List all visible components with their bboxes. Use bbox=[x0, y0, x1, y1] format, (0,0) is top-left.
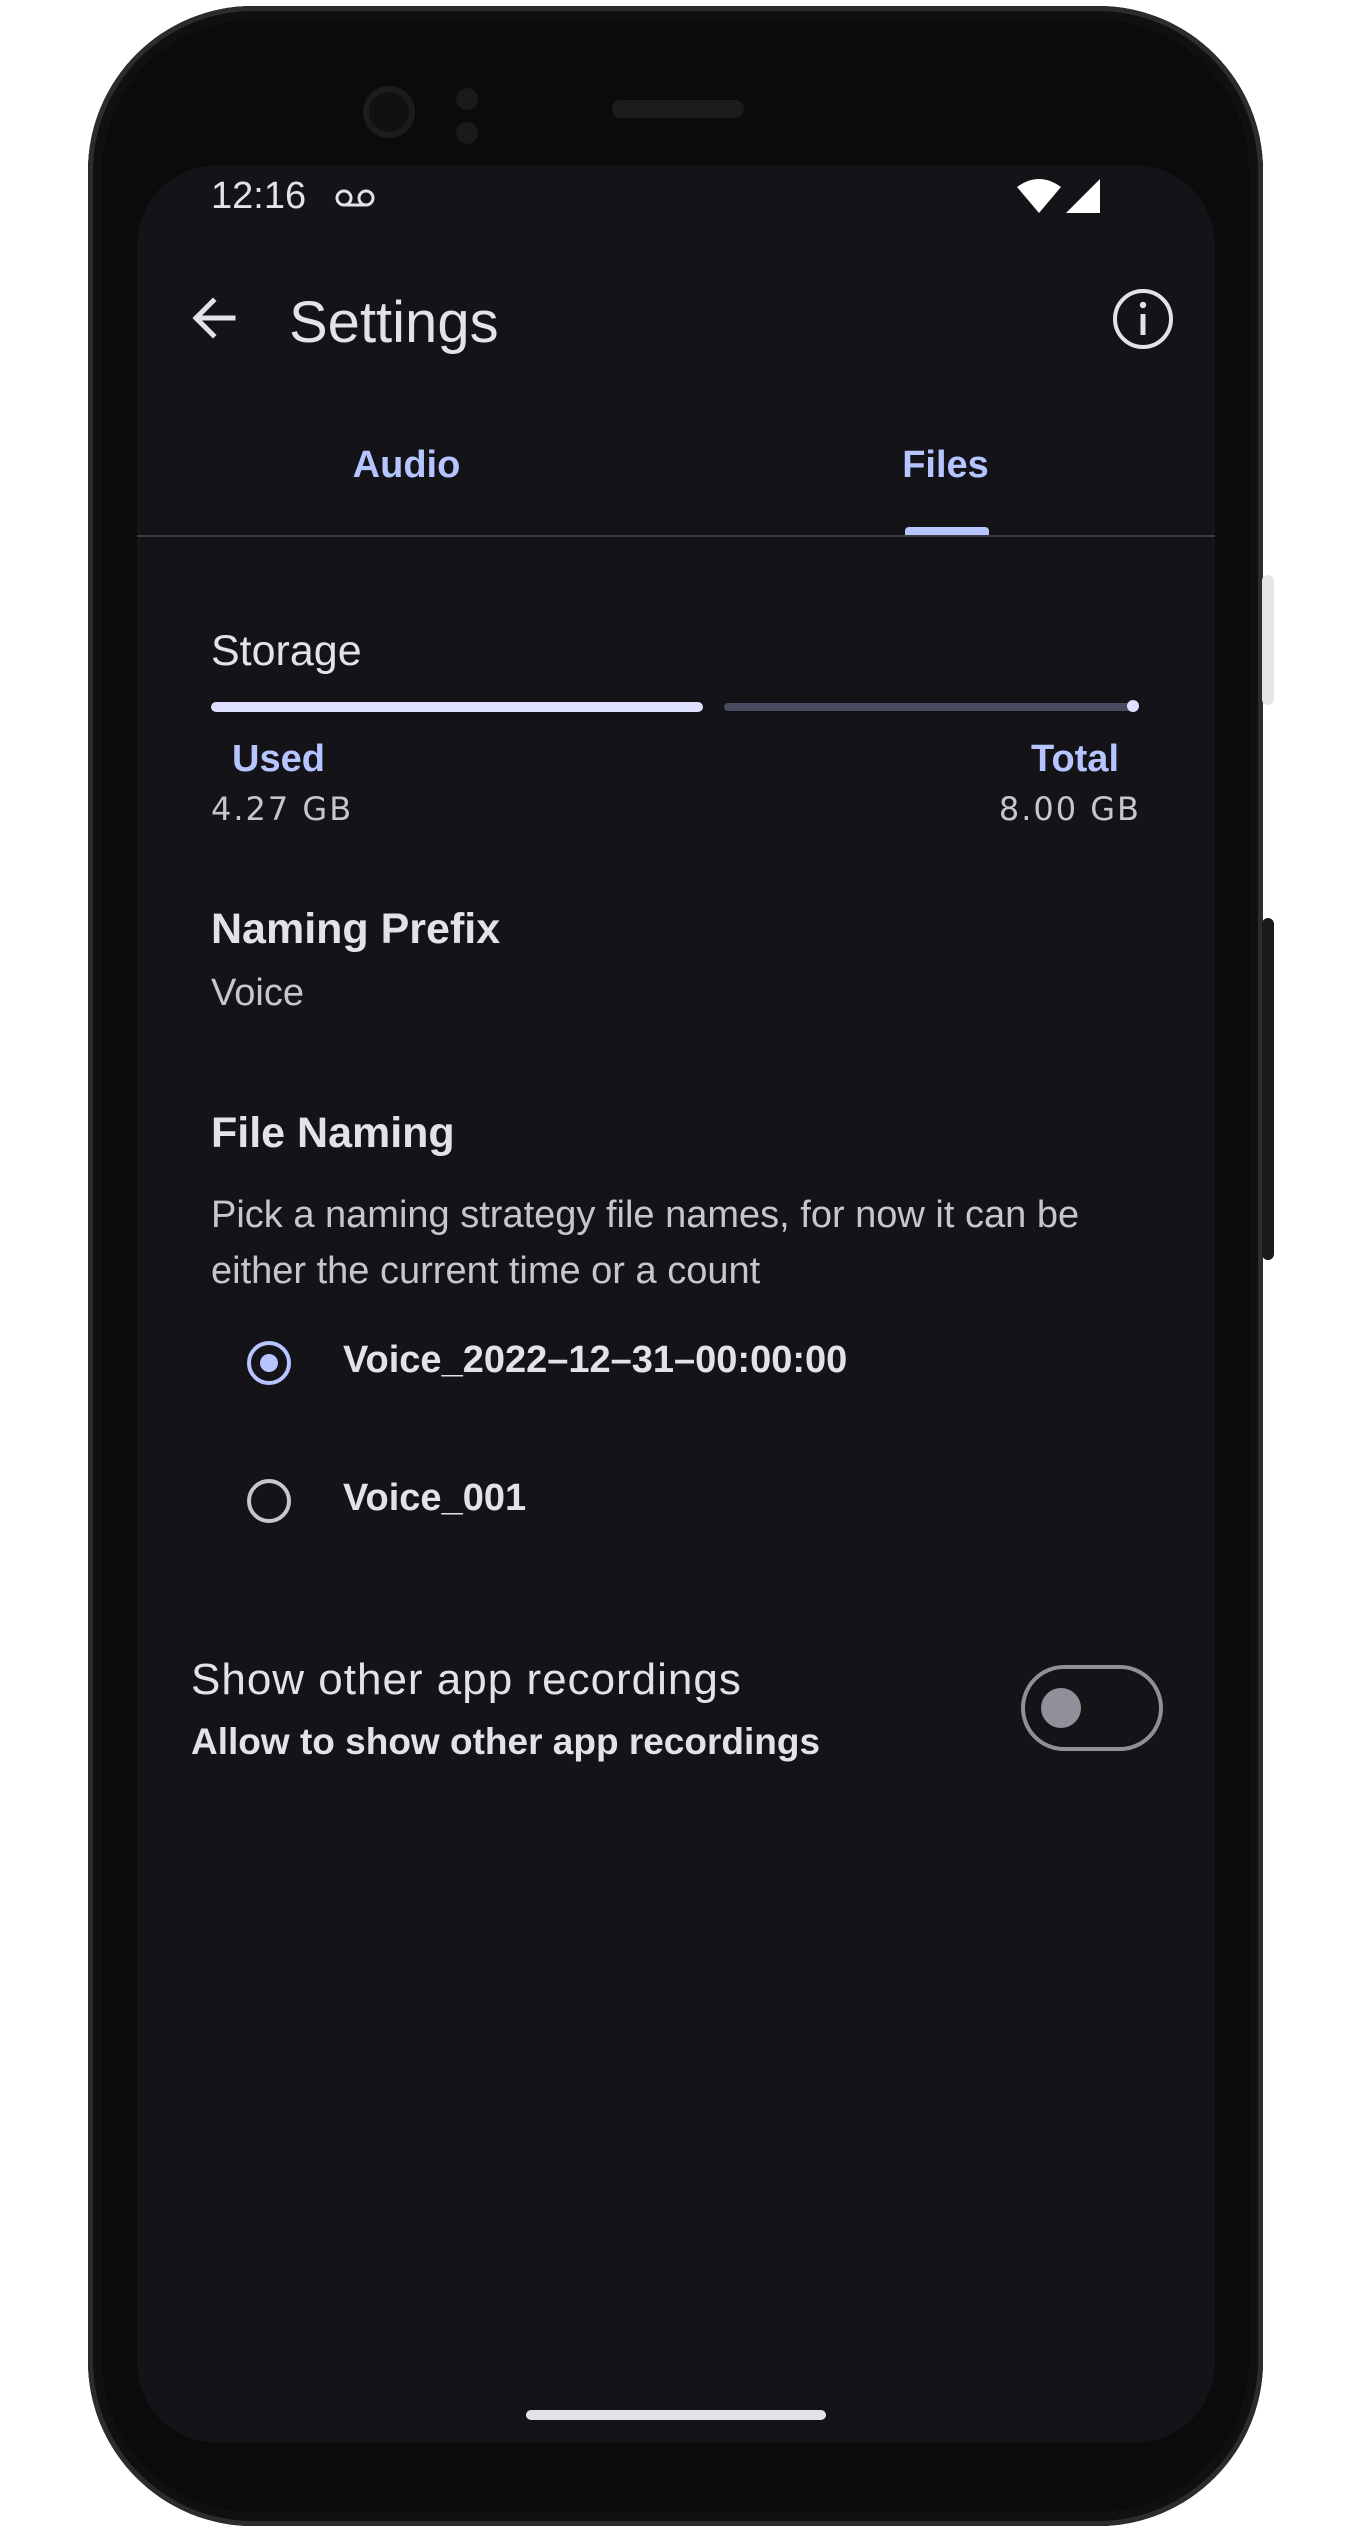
back-arrow-icon[interactable] bbox=[181, 285, 247, 351]
storage-total-bar bbox=[724, 703, 1134, 711]
other-recordings-subtitle: Allow to show other app recordings bbox=[191, 1721, 821, 1762]
tab-audio[interactable]: Audio bbox=[137, 415, 676, 533]
radio-button-checked[interactable] bbox=[247, 1341, 291, 1385]
wifi-icon bbox=[1017, 179, 1061, 213]
storage-used-label: Used bbox=[232, 738, 325, 780]
power-button bbox=[1262, 575, 1274, 705]
storage-total-value: 8.00 GB bbox=[998, 790, 1141, 828]
settings-tabs: Audio Files bbox=[137, 415, 1215, 537]
radio-dot bbox=[260, 1354, 278, 1372]
storage-bar-end-dot bbox=[1127, 700, 1139, 712]
volume-button bbox=[1262, 918, 1274, 1260]
info-icon[interactable] bbox=[1103, 279, 1183, 359]
other-recordings-title: Show other app recordings bbox=[191, 1655, 742, 1704]
proximity-sensor bbox=[456, 88, 478, 110]
tab-files[interactable]: Files bbox=[676, 415, 1215, 533]
front-camera-icon bbox=[363, 86, 415, 138]
switch-thumb bbox=[1041, 1688, 1081, 1728]
top-app-bar: Settings bbox=[137, 255, 1215, 387]
radio-button-unchecked[interactable] bbox=[247, 1479, 291, 1523]
voicemail-icon bbox=[335, 189, 375, 207]
page-title: Settings bbox=[289, 290, 499, 355]
status-bar: 12:16 bbox=[137, 165, 1215, 225]
earpiece-speaker bbox=[612, 100, 744, 118]
tab-selected-indicator bbox=[905, 527, 989, 535]
radio-label-timestamp: Voice_2022–12–31–00:00:00 bbox=[343, 1339, 848, 1381]
other-recordings-switch[interactable] bbox=[1021, 1665, 1163, 1751]
app-screen: 12:16 Settings Audio Files Storage Used bbox=[137, 165, 1215, 2443]
naming-prefix-value[interactable]: Voice bbox=[211, 972, 304, 1015]
signal-icon bbox=[1066, 179, 1100, 213]
file-naming-description: Pick a naming strategy file names, for n… bbox=[211, 1194, 1080, 1292]
storage-used-bar bbox=[211, 702, 703, 712]
radio-label-count: Voice_001 bbox=[343, 1477, 527, 1519]
light-sensor bbox=[456, 122, 478, 144]
storage-total-label: Total bbox=[1031, 738, 1119, 780]
home-indicator[interactable] bbox=[526, 2410, 826, 2420]
naming-prefix-title[interactable]: Naming Prefix bbox=[211, 905, 500, 954]
file-naming-title: File Naming bbox=[211, 1109, 455, 1157]
storage-used-value: 4.27 GB bbox=[211, 790, 354, 828]
status-time: 12:16 bbox=[211, 175, 307, 217]
storage-title: Storage bbox=[211, 627, 362, 675]
